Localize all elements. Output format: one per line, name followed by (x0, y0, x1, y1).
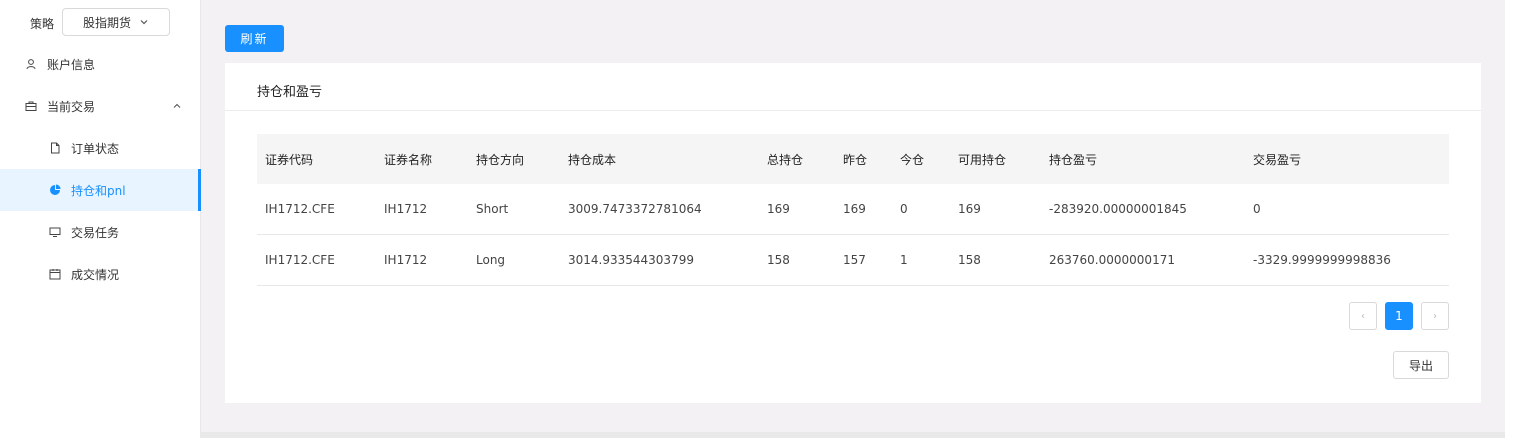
pie-chart-icon (49, 184, 61, 196)
cell-total: 169 (767, 202, 790, 216)
positions-card: 持仓和盈亏 证券代码 证券名称 持仓方向 持仓成本 总持仓 昨仓 今仓 可用持仓… (225, 63, 1481, 403)
pagination-page-button[interactable]: 1 (1385, 302, 1413, 330)
sidebar-item-label: 订单状态 (71, 141, 120, 156)
cell-code: IH1712.CFE (265, 253, 335, 267)
pagination-next-button[interactable]: › (1421, 302, 1449, 330)
cell-yesterday: 169 (843, 202, 866, 216)
column-header: 证券名称 (384, 152, 433, 167)
sidebar-item-label: 当前交易 (47, 99, 96, 114)
sidebar-item-current-trading[interactable]: 当前交易 (0, 85, 200, 127)
sidebar-item-account[interactable]: 账户信息 (0, 43, 200, 85)
sidebar-item-trading-tasks[interactable]: 交易任务 (0, 211, 200, 253)
cell-direction: Short (476, 202, 509, 216)
sidebar-item-fills[interactable]: 成交情况 (0, 253, 200, 295)
card-title: 持仓和盈亏 (257, 85, 323, 100)
export-button[interactable]: 导出 (1393, 351, 1449, 379)
column-header: 持仓方向 (476, 152, 525, 167)
sidebar-item-label: 账户信息 (47, 57, 96, 72)
file-icon (49, 142, 61, 154)
sidebar-item-label: 成交情况 (71, 267, 120, 282)
column-header: 持仓盈亏 (1049, 152, 1098, 167)
sidebar-item-order-status[interactable]: 订单状态 (0, 127, 200, 169)
sidebar: 策略 股指期货 账户信息 当前交易 订单状态 持仓和pnl 交易任务 成交情况 (0, 0, 201, 438)
table-row[interactable]: IH1712.CFE IH1712 Short 3009.74733727810… (257, 184, 1449, 235)
cell-total: 158 (767, 253, 790, 267)
right-margin (1505, 0, 1534, 438)
cell-today: 0 (900, 202, 908, 216)
positions-table: 证券代码 证券名称 持仓方向 持仓成本 总持仓 昨仓 今仓 可用持仓 持仓盈亏 … (257, 134, 1449, 286)
cell-cost: 3009.7473372781064 (568, 202, 702, 216)
sidebar-item-label: 交易任务 (71, 225, 120, 240)
cell-trading-pnl: -3329.9999999998836 (1253, 253, 1391, 267)
cell-direction: Long (476, 253, 506, 267)
cell-available: 158 (958, 253, 981, 267)
refresh-button[interactable]: 刷新 (225, 25, 284, 52)
column-header: 交易盈亏 (1253, 152, 1302, 167)
chevron-down-icon (140, 20, 148, 25)
chevron-up-icon (173, 103, 181, 108)
cell-cost: 3014.933544303799 (568, 253, 694, 267)
cell-trading-pnl: 0 (1253, 202, 1261, 216)
cell-available: 169 (958, 202, 981, 216)
table-row[interactable]: IH1712.CFE IH1712 Long 3014.933544303799… (257, 235, 1449, 286)
column-header: 证券代码 (265, 152, 314, 167)
calendar-icon (49, 268, 61, 280)
user-icon (25, 58, 37, 70)
cell-yesterday: 157 (843, 253, 866, 267)
monitor-icon (49, 226, 61, 238)
strategy-label: 策略 (30, 17, 55, 31)
strategy-select[interactable]: 股指期货 (62, 8, 170, 36)
cell-position-pnl: -283920.00000001845 (1049, 202, 1187, 216)
briefcase-icon (25, 100, 37, 112)
cell-code: IH1712.CFE (265, 202, 335, 216)
column-header: 今仓 (900, 152, 925, 167)
column-header: 昨仓 (843, 152, 868, 167)
table-header: 证券代码 证券名称 持仓方向 持仓成本 总持仓 昨仓 今仓 可用持仓 持仓盈亏 … (257, 134, 1449, 184)
column-header: 可用持仓 (958, 152, 1007, 167)
bottom-scrollbar (201, 432, 1505, 438)
cell-position-pnl: 263760.0000000171 (1049, 253, 1175, 267)
cell-today: 1 (900, 253, 908, 267)
column-header: 总持仓 (767, 152, 804, 167)
strategy-select-value: 股指期货 (82, 15, 131, 30)
cell-name: IH1712 (384, 202, 428, 216)
pagination-prev-button[interactable]: ‹ (1349, 302, 1377, 330)
column-header: 持仓成本 (568, 152, 617, 167)
sidebar-item-positions-pnl[interactable]: 持仓和pnl (0, 169, 201, 211)
sidebar-item-label: 持仓和pnl (71, 183, 126, 198)
card-divider (225, 110, 1481, 111)
cell-name: IH1712 (384, 253, 428, 267)
